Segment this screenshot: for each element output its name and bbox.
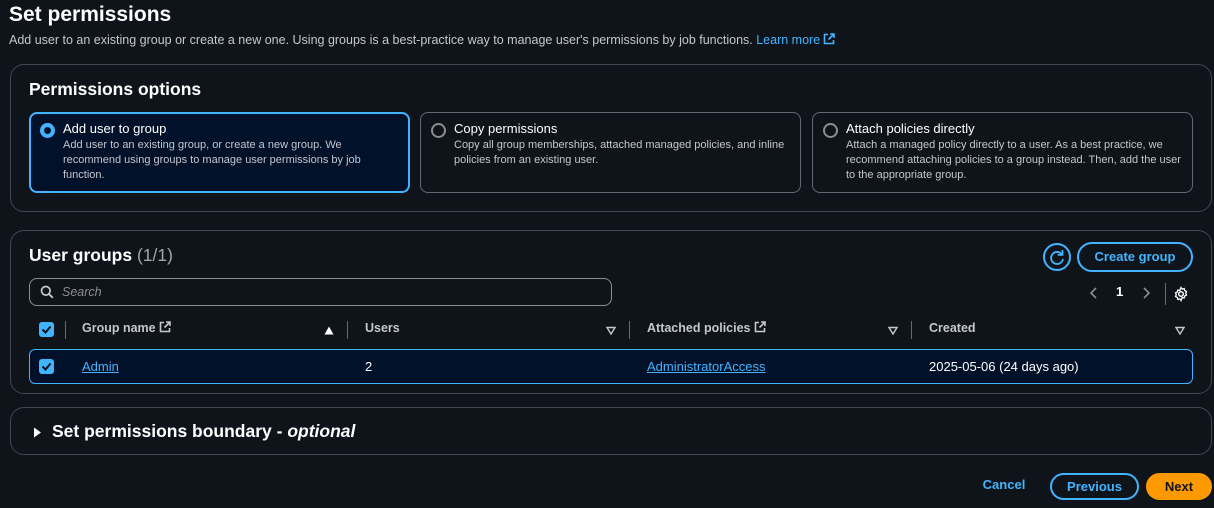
radio-selected-icon[interactable] — [40, 123, 55, 138]
user-groups-panel: User groups (1/1) Create group Search 1 … — [10, 230, 1212, 394]
option-description: Add user to an existing group, or create… — [63, 139, 361, 181]
settings-gear-icon[interactable] — [1173, 286, 1189, 302]
permissions-boundary-panel[interactable]: Set permissions boundary - optional — [10, 407, 1212, 455]
page-description: Add user to an existing group or create … — [9, 33, 835, 47]
search-icon — [40, 285, 54, 299]
page-title: Set permissions — [9, 3, 172, 26]
refresh-button[interactable] — [1043, 243, 1071, 271]
chevron-left-icon[interactable] — [1089, 286, 1099, 300]
permissions-options-panel: Permissions options Add user to group Ad… — [10, 64, 1212, 212]
permissions-options-heading: Permissions options — [29, 79, 202, 99]
chevron-right-icon[interactable] — [1141, 286, 1151, 300]
column-header-created[interactable]: Created — [929, 321, 976, 341]
learn-more-label: Learn more — [756, 33, 821, 47]
option-title: Copy permissions — [454, 121, 558, 136]
option-add-user-to-group[interactable]: Add user to group Add user to an existin… — [29, 112, 410, 193]
column-divider — [629, 321, 630, 339]
radio-unselected-icon[interactable] — [431, 123, 446, 138]
column-header-users[interactable]: Users — [365, 321, 400, 341]
option-title: Attach policies directly — [846, 121, 975, 136]
user-groups-count: (1/1) — [136, 245, 173, 265]
column-divider — [911, 321, 912, 339]
group-name-link[interactable]: Admin — [82, 359, 119, 374]
sort-descending-icon[interactable] — [606, 326, 616, 335]
users-count: 2 — [365, 359, 373, 374]
search-input[interactable]: Search — [29, 278, 612, 306]
search-placeholder: Search — [62, 285, 102, 299]
page-number[interactable]: 1 — [1116, 284, 1123, 299]
option-attach-policies-directly[interactable]: Attach policies directly Attach a manage… — [812, 112, 1193, 193]
column-divider — [65, 321, 66, 339]
option-description: Attach a managed policy directly to a us… — [846, 139, 1181, 181]
caret-right-icon[interactable] — [33, 427, 42, 438]
pager-divider — [1165, 283, 1166, 305]
column-header-group-name[interactable]: Group name — [82, 321, 171, 341]
previous-button[interactable]: Previous — [1050, 473, 1139, 500]
row-checkbox[interactable] — [39, 359, 54, 374]
radio-unselected-icon[interactable] — [823, 123, 838, 138]
created-date: 2025-05-06 (24 days ago) — [929, 359, 1079, 374]
boundary-optional-text: optional — [287, 421, 356, 441]
option-copy-permissions[interactable]: Copy permissions Copy all group membersh… — [420, 112, 801, 193]
page-description-text: Add user to an existing group or create … — [9, 33, 753, 47]
external-link-icon — [754, 321, 766, 333]
option-description: Copy all group memberships, attached man… — [454, 139, 785, 166]
column-header-label: Group name — [82, 321, 156, 335]
permissions-boundary-title[interactable]: Set permissions boundary - optional — [52, 421, 355, 442]
cancel-button[interactable]: Cancel — [974, 473, 1034, 500]
column-divider — [347, 321, 348, 339]
refresh-icon — [1050, 250, 1064, 265]
external-link-icon — [823, 33, 835, 45]
column-header-attached-policies[interactable]: Attached policies — [647, 321, 766, 341]
create-group-button[interactable]: Create group — [1077, 242, 1193, 272]
checkmark-icon — [41, 325, 52, 334]
checkmark-icon — [41, 362, 52, 371]
option-title: Add user to group — [63, 121, 167, 136]
table-row[interactable]: Admin 2 AdministratorAccess 2025-05-06 (… — [29, 349, 1193, 384]
boundary-title-text: Set permissions boundary - — [52, 421, 288, 441]
next-button[interactable]: Next — [1146, 473, 1212, 500]
learn-more-link[interactable]: Learn more — [756, 33, 835, 47]
column-header-label: Attached policies — [647, 321, 751, 335]
sort-descending-icon[interactable] — [888, 326, 898, 335]
user-groups-title: User groups — [29, 245, 133, 265]
select-all-checkbox[interactable] — [39, 322, 54, 337]
user-groups-heading: User groups (1/1) — [29, 245, 173, 266]
attached-policy-link[interactable]: AdministratorAccess — [647, 359, 765, 374]
sort-ascending-icon[interactable] — [324, 326, 334, 335]
sort-descending-icon[interactable] — [1175, 326, 1185, 335]
external-link-icon — [159, 321, 171, 333]
